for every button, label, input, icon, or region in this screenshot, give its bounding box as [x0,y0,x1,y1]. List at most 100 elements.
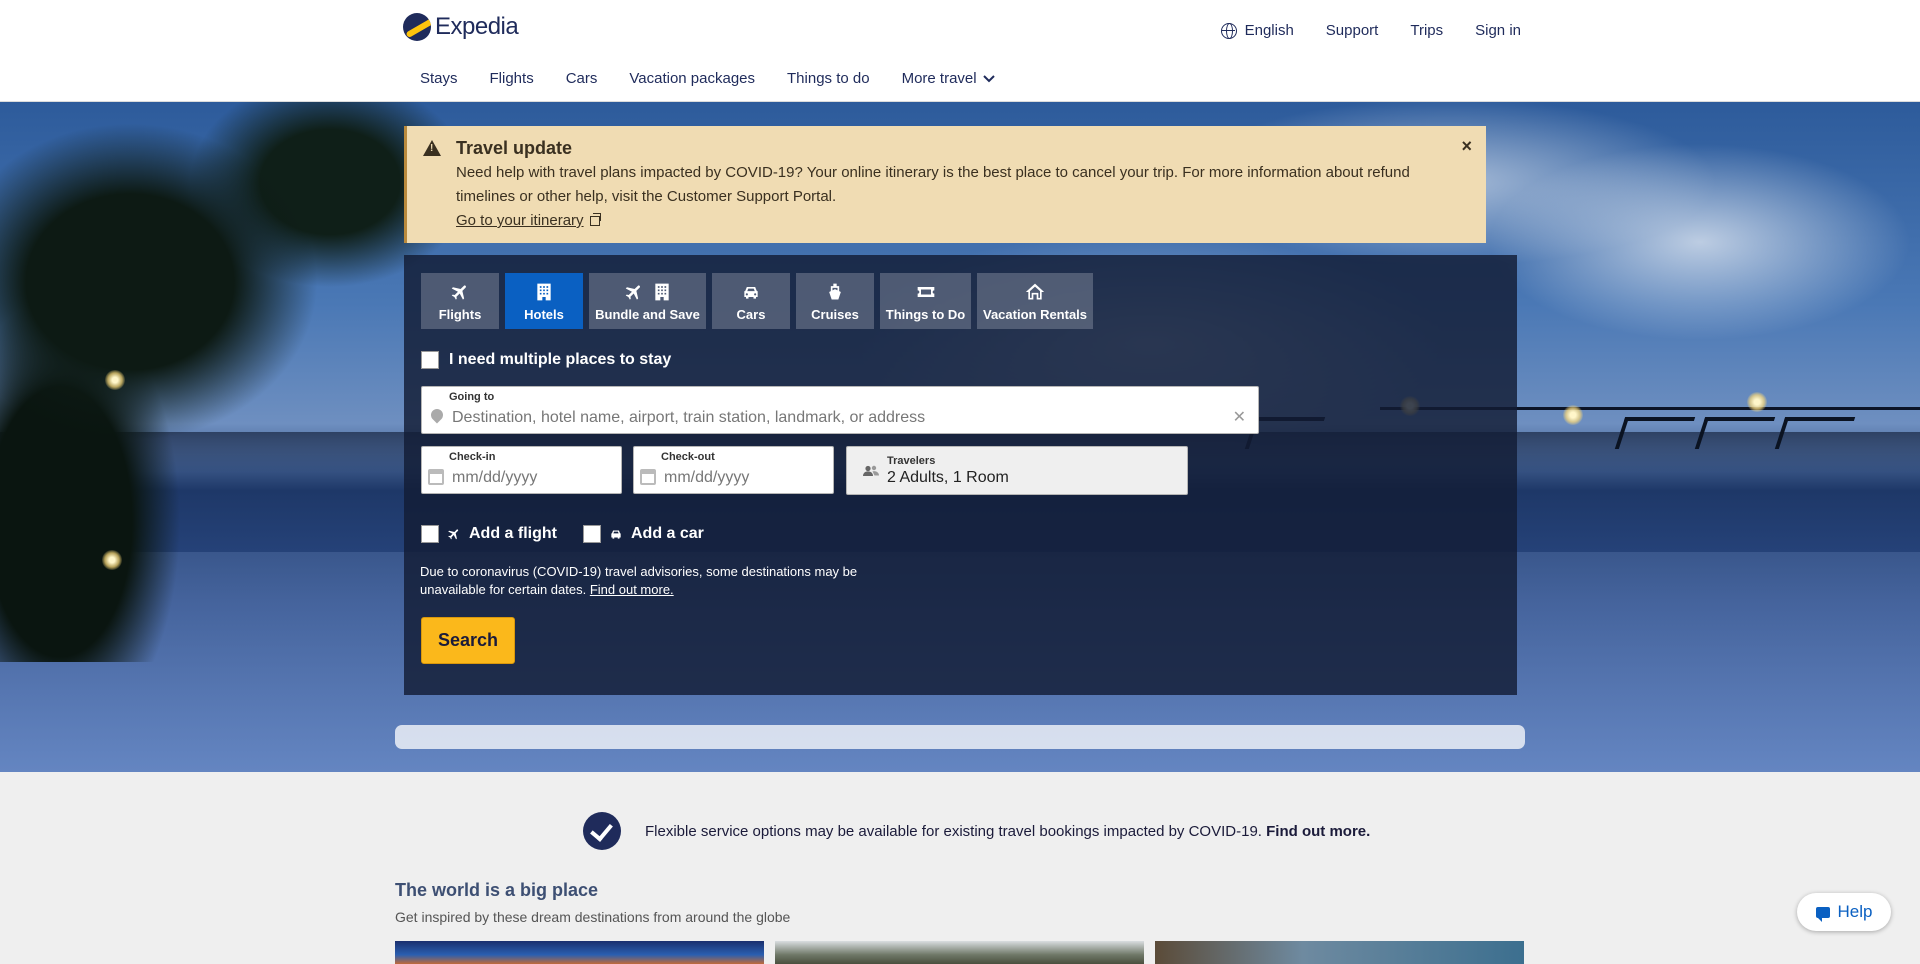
tab-flights[interactable]: Flights [421,273,499,329]
lounge-chair [1774,417,1856,449]
house-icon [1025,283,1045,300]
add-flight-label: Add a flight [469,525,557,542]
travelers-label: Travelers [887,455,936,467]
tab-label: Vacation Rentals [982,307,1088,322]
tab-hotels[interactable]: Hotels [505,273,583,329]
itinerary-link[interactable]: Go to your itinerary [456,209,601,233]
destination-card[interactable] [395,941,764,964]
tab-label: Hotels [524,307,564,322]
multiple-places-label: I need multiple places to stay [449,351,672,368]
multiple-places-checkbox[interactable] [421,351,439,369]
notice-find-out-more-link[interactable]: Find out more. [1266,823,1370,840]
language-selector[interactable]: English [1220,22,1294,39]
going-to-field[interactable]: Going to Destination, hotel name, airpor… [421,386,1259,434]
people-icon [863,465,879,476]
expedia-logo-icon [403,13,431,41]
add-flight-checkbox[interactable] [421,525,439,543]
lamp-light [1563,405,1583,425]
search-tabs: Flights Hotels Bundle and Save Cars Crui… [421,273,1093,329]
tab-cars[interactable]: Cars [712,273,790,329]
close-icon[interactable]: × [1461,136,1472,157]
main-nav: Stays Flights Cars Vacation packages Thi… [420,70,995,87]
check-out-input[interactable]: mm/dd/yyyy [664,469,749,487]
clear-icon[interactable]: ✕ [1233,407,1246,427]
check-in-field[interactable]: Check-in mm/dd/yyyy [421,446,622,494]
lounge-chair [1694,417,1776,449]
car-icon [744,287,758,299]
tab-things-to-do[interactable]: Things to Do [880,273,971,329]
hotel-building-icon [537,283,551,301]
calendar-icon [640,469,656,485]
nav-stays[interactable]: Stays [420,70,458,87]
external-link-icon [589,213,601,226]
nav-things-to-do[interactable]: Things to do [787,70,870,87]
advisory-find-out-more-link[interactable]: Find out more. [590,582,674,597]
language-label: English [1244,22,1294,39]
sign-in-link[interactable]: Sign in [1475,22,1521,39]
tab-label: Cruises [811,307,859,322]
search-panel: Flights Hotels Bundle and Save Cars Crui… [404,255,1517,695]
check-out-field[interactable]: Check-out mm/dd/yyyy [633,446,834,494]
nav-cars[interactable]: Cars [566,70,598,87]
hotel-building-icon [654,283,669,301]
trips-link[interactable]: Trips [1410,22,1443,39]
travel-update-alert: Travel update Need help with travel plan… [404,126,1486,243]
alert-body: Need help with travel plans impacted by … [456,164,1410,205]
chevron-down-icon [982,74,995,82]
lamp-reflection [102,550,122,570]
tab-label: Cars [736,307,766,322]
nav-flights[interactable]: Flights [490,70,534,87]
chat-icon [1815,906,1830,922]
logo-text: Expedia [435,13,519,40]
multiple-places-option[interactable]: I need multiple places to stay [421,351,671,369]
covid-advisory: Due to coronavirus (COVID-19) travel adv… [420,563,880,599]
location-pin-icon [428,406,446,424]
destination-card[interactable] [1155,941,1524,964]
add-ons: Add a flight Add a car [421,525,720,543]
warning-icon [423,140,441,156]
tab-bundle-and-save[interactable]: Bundle and Save [589,273,706,329]
top-links: English Support Trips Sign in [1220,22,1521,39]
check-in-label: Check-in [449,451,496,463]
check-in-input[interactable]: mm/dd/yyyy [452,469,537,487]
lamp-light [1747,392,1767,412]
car-icon [611,530,621,539]
tab-label: Flights [438,307,482,322]
add-car-label: Add a car [630,525,704,542]
going-to-label: Going to [449,391,495,403]
tab-cruises[interactable]: Cruises [796,273,874,329]
add-car-checkbox[interactable] [582,525,601,543]
notice-text: Flexible service options may be availabl… [645,822,1262,840]
globe-icon [1220,22,1237,39]
nav-vacation-packages[interactable]: Vacation packages [629,70,755,87]
inspiration-title: The world is a big place [395,880,599,900]
help-label: Help [1837,902,1873,921]
flexible-service-notice: Flexible service options may be availabl… [583,812,1370,850]
support-link[interactable]: Support [1326,22,1379,39]
airplane-icon [451,285,466,300]
travelers-value: 2 Adults, 1 Room [887,469,1009,486]
checkmark-icon [583,812,621,850]
check-out-label: Check-out [661,451,715,463]
airplane-icon [625,285,640,300]
add-flight-option[interactable]: Add a flight [421,525,557,543]
lamp-light [105,370,125,390]
going-to-input[interactable]: Destination, hotel name, airport, train … [452,409,925,427]
tab-vacation-rentals[interactable]: Vacation Rentals [977,273,1093,329]
travelers-field[interactable]: Travelers 2 Adults, 1 Room [846,446,1188,495]
lounge-chair [1614,417,1696,449]
inspiration-subtitle: Get inspired by these dream destinations… [395,909,791,925]
notice-body: Flexible service options may be availabl… [645,823,1370,840]
expedia-logo[interactable]: Expedia [403,13,519,41]
add-car-option[interactable]: Add a car [582,525,704,543]
nav-more-travel[interactable]: More travel [902,70,995,87]
alert-title: Travel update [456,138,573,158]
cruise-ship-icon [829,283,841,300]
search-button[interactable]: Search [421,617,515,664]
destination-card[interactable] [775,941,1144,964]
airplane-icon [448,529,459,540]
ticket-icon [917,287,934,297]
itinerary-link-label: Go to your itinerary [456,212,584,229]
calendar-icon [428,469,444,485]
help-button[interactable]: Help [1797,893,1891,931]
